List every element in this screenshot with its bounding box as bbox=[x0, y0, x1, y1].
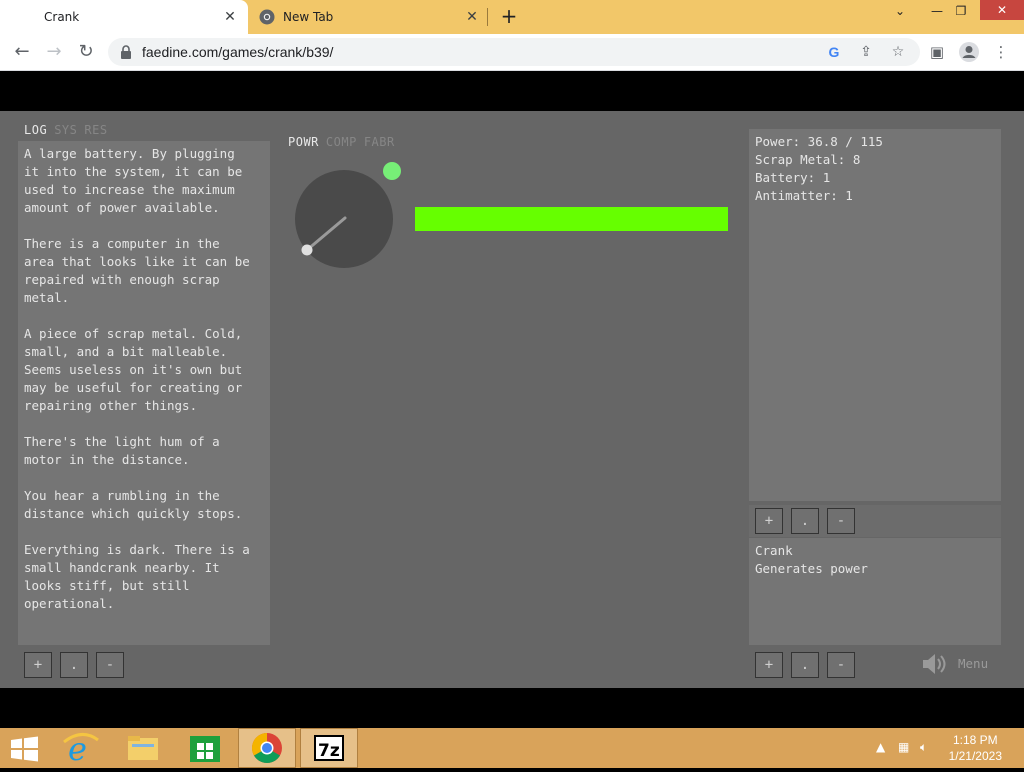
avatar-icon bbox=[959, 42, 979, 62]
windows-taskbar: e 7z ▲ ▦ 🔈︎ 1:18 PM 1/21/2023 bbox=[0, 728, 1024, 768]
tab-title: New Tab bbox=[283, 10, 334, 24]
power-bar-track bbox=[415, 207, 728, 231]
7zip-icon[interactable]: 7z bbox=[300, 728, 358, 768]
stats-reset-button[interactable]: . bbox=[791, 508, 819, 534]
windows-start-icon[interactable] bbox=[10, 736, 40, 762]
browser-toolbar: ← → ↻ faedine.com/games/crank/b39/ G ⇪ ☆… bbox=[0, 34, 1024, 71]
power-bar-fill bbox=[415, 207, 728, 231]
page-viewport: LOG SYS RES A large battery. By plugging i… bbox=[0, 71, 1024, 728]
tab-comp[interactable]: COMP bbox=[326, 135, 357, 149]
tab-title: Crank bbox=[44, 10, 80, 24]
info-zoom-out-button[interactable]: - bbox=[827, 652, 855, 678]
close-window-button[interactable]: ✕ bbox=[980, 0, 1024, 20]
menu-button[interactable]: Menu bbox=[958, 656, 988, 671]
stats-button-bar bbox=[749, 505, 1001, 537]
log-text: A large battery. By plugging it into the… bbox=[24, 146, 250, 611]
browser-tab-strip: Crank ✕ New Tab ✕ + ⌄ — ❐ ✕ bbox=[0, 0, 1024, 34]
main-tabs: POWR COMP FABR bbox=[288, 135, 402, 149]
tab-res[interactable]: RES bbox=[84, 123, 107, 137]
crank-handle[interactable] bbox=[301, 244, 313, 256]
reload-icon[interactable]: ↻ bbox=[74, 40, 98, 64]
log-zoom-out-button[interactable]: - bbox=[96, 652, 124, 678]
tab-crank[interactable]: Crank ✕ bbox=[0, 0, 248, 34]
stats-list: Power: 36.8 / 115 Scrap Metal: 8 Battery: … bbox=[755, 133, 883, 205]
restore-button[interactable]: ❐ bbox=[946, 0, 976, 22]
share-icon[interactable]: ⇪ bbox=[856, 42, 876, 62]
stats-zoom-out-button[interactable]: - bbox=[827, 508, 855, 534]
google-lens-icon[interactable]: G bbox=[824, 42, 844, 62]
tab-fabr[interactable]: FABR bbox=[364, 135, 395, 149]
tab-divider bbox=[487, 8, 488, 26]
handcrank-wheel[interactable] bbox=[290, 155, 410, 275]
address-bar[interactable]: faedine.com/games/crank/b39/ G ⇪ ☆ bbox=[108, 38, 920, 66]
stats-zoom-in-button[interactable]: + bbox=[755, 508, 783, 534]
show-hidden-icons-icon[interactable]: ▲ bbox=[876, 740, 885, 754]
network-icon[interactable]: ▦ bbox=[898, 740, 909, 754]
close-tab-icon[interactable]: ✕ bbox=[464, 9, 480, 25]
tab-search-icon[interactable]: ⌄ bbox=[885, 0, 915, 22]
chrome-taskbar-icon[interactable] bbox=[238, 728, 296, 768]
stat-power: Power: 36.8 / 115 bbox=[755, 134, 883, 149]
log-reset-button[interactable]: . bbox=[60, 652, 88, 678]
lock-icon bbox=[121, 45, 131, 59]
forward-icon[interactable]: → bbox=[42, 40, 66, 64]
back-icon[interactable]: ← bbox=[10, 40, 34, 64]
game-area: LOG SYS RES A large battery. By plugging i… bbox=[0, 111, 1024, 688]
stat-antimatter: Antimatter: 1 bbox=[755, 188, 853, 203]
info-zoom-in-button[interactable]: + bbox=[755, 652, 783, 678]
url-text: faedine.com/games/crank/b39/ bbox=[142, 44, 334, 60]
new-tab-button[interactable]: + bbox=[498, 5, 520, 27]
stat-scrap-metal: Scrap Metal: 8 bbox=[755, 152, 861, 167]
speaker-icon[interactable] bbox=[920, 651, 950, 677]
tab-sys[interactable]: SYS bbox=[54, 123, 77, 137]
info-reset-button[interactable]: . bbox=[791, 652, 819, 678]
info-title: Crank bbox=[755, 543, 793, 558]
store-icon[interactable] bbox=[176, 728, 234, 768]
clock-date: 1/21/2023 bbox=[948, 749, 1002, 763]
volume-icon[interactable]: 🔈︎ bbox=[920, 740, 927, 755]
info-description: Generates power bbox=[755, 561, 868, 576]
svg-text:7z: 7z bbox=[318, 741, 340, 761]
side-panel-icon[interactable]: ▣ bbox=[926, 41, 948, 63]
tab-log[interactable]: LOG bbox=[24, 123, 47, 137]
close-tab-icon[interactable]: ✕ bbox=[222, 9, 238, 25]
stat-battery: Battery: 1 bbox=[755, 170, 831, 185]
chrome-icon bbox=[259, 9, 275, 25]
file-explorer-icon[interactable] bbox=[114, 728, 172, 768]
more-menu-icon[interactable]: ⋮ bbox=[990, 41, 1012, 63]
internet-explorer-icon[interactable]: e bbox=[52, 728, 110, 768]
profile-avatar-icon[interactable] bbox=[958, 41, 980, 63]
log-tabs: LOG SYS RES bbox=[24, 123, 115, 137]
info-text: Crank Generates power bbox=[755, 542, 868, 578]
clock-time: 1:18 PM bbox=[952, 733, 998, 747]
bookmark-star-icon[interactable]: ☆ bbox=[888, 42, 908, 62]
power-indicator-light bbox=[383, 162, 401, 180]
log-zoom-in-button[interactable]: + bbox=[24, 652, 52, 678]
system-clock[interactable]: 1:18 PM 1/21/2023 bbox=[949, 732, 1002, 764]
tab-powr[interactable]: POWR bbox=[288, 135, 319, 149]
tab-new-tab[interactable]: New Tab ✕ bbox=[250, 0, 490, 34]
